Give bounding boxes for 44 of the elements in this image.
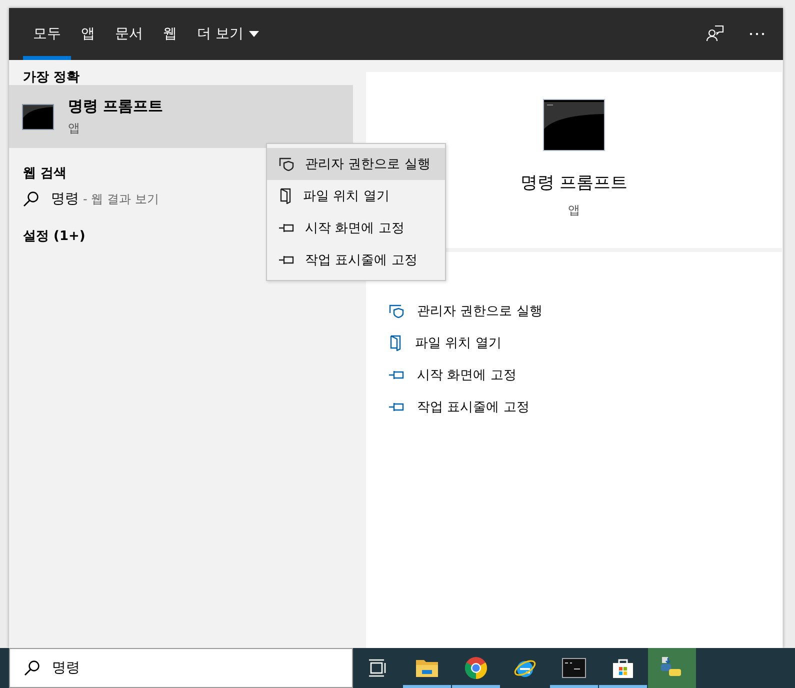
- web-results-hint: - 웹 결과 보기: [83, 190, 159, 208]
- action-link[interactable]: 작업 표시줄에 고정: [417, 398, 530, 416]
- task-view-icon: [368, 659, 388, 677]
- menu-item[interactable]: 관리자 권한으로 실행: [267, 148, 445, 180]
- filter-tab[interactable]: 웹: [153, 8, 187, 60]
- search-field[interactable]: 명령: [9, 648, 353, 688]
- result-item[interactable]: 명령 프롬프트 앱: [9, 85, 353, 148]
- filter-tab[interactable]: 앱: [71, 8, 105, 60]
- pin-icon: [389, 369, 405, 381]
- terminal-icon: [543, 99, 605, 151]
- search-query: 명령: [51, 190, 79, 208]
- search-icon: [23, 191, 39, 207]
- more-icon: [749, 32, 765, 36]
- shield-icon: [279, 157, 295, 171]
- section-heading: 설정 (1+): [22, 228, 86, 244]
- folder-icon: [415, 658, 439, 678]
- pin-icon: [279, 222, 295, 234]
- filter-tab[interactable]: 더 보기: [187, 8, 270, 60]
- app-type: 앱: [568, 202, 580, 219]
- filter-tab[interactable]: 문서: [105, 8, 153, 60]
- section-heading: 가장 정확: [22, 69, 81, 85]
- app-title: 명령 프롬프트: [520, 172, 628, 194]
- search-icon: [24, 660, 40, 676]
- menu-item[interactable]: 시작 화면에 고정: [267, 212, 445, 244]
- terminal-icon: [562, 658, 586, 678]
- person-speech-icon: [706, 25, 724, 43]
- terminal-icon: [22, 104, 54, 130]
- filter-tab[interactable]: 모두: [23, 8, 71, 60]
- result-title: 명령 프롬프트: [68, 96, 164, 116]
- pin-icon: [279, 254, 295, 266]
- result-subtitle: 앱: [68, 120, 81, 136]
- menu-item[interactable]: 작업 표시줄에 고정: [267, 244, 445, 276]
- document-icon: [279, 188, 293, 204]
- search-text: 명령: [52, 659, 80, 677]
- action-link[interactable]: 관리자 권한으로 실행: [417, 302, 542, 320]
- action-link[interactable]: 시작 화면에 고정: [417, 366, 516, 384]
- shield-icon: [389, 304, 405, 318]
- pin-icon: [389, 401, 405, 413]
- action-link[interactable]: 파일 위치 열기: [415, 334, 502, 352]
- menu-item[interactable]: 파일 위치 열기: [267, 180, 445, 212]
- shopping-bag-icon: [612, 657, 634, 679]
- section-heading: 웹 검색: [22, 165, 68, 181]
- document-icon: [389, 335, 403, 351]
- browser-icon: [464, 656, 488, 680]
